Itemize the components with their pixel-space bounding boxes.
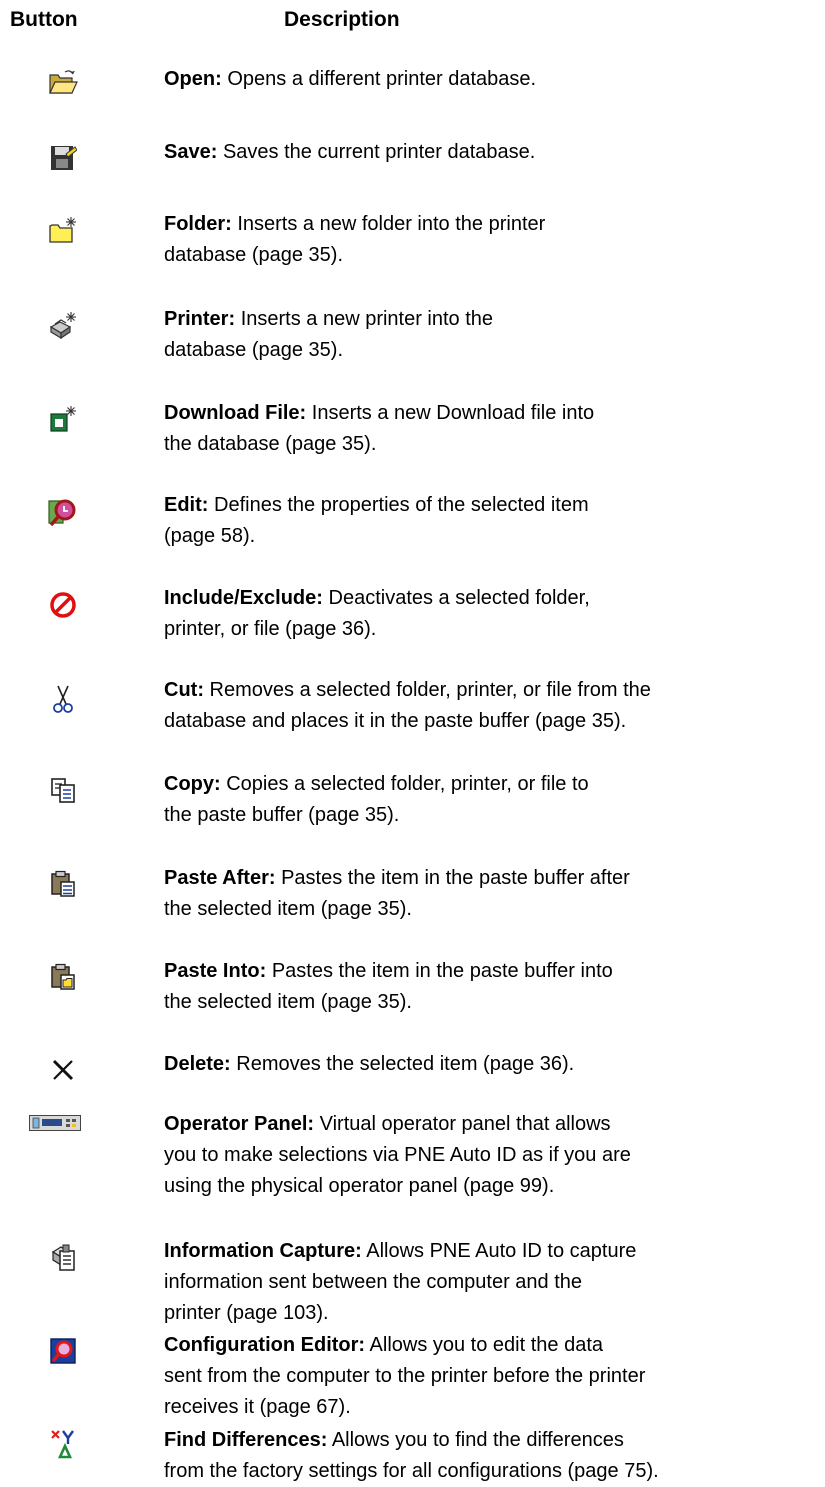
edit-properties-icon bbox=[46, 495, 80, 529]
save-icon bbox=[46, 141, 80, 175]
button-name: Printer: bbox=[164, 308, 236, 330]
button-name: Operator Panel: bbox=[164, 1113, 315, 1135]
button-description: Defines the properties of the selected i… bbox=[164, 494, 589, 547]
column-header-description: Description bbox=[284, 8, 400, 31]
button-name: Delete: bbox=[164, 1053, 231, 1075]
find-differences-icon bbox=[46, 1427, 80, 1461]
button-name: Paste Into: bbox=[164, 960, 267, 982]
button-name: Cut: bbox=[164, 679, 204, 701]
button-name: Configuration Editor: bbox=[164, 1334, 366, 1356]
button-name: Edit: bbox=[164, 494, 209, 516]
copy-icon bbox=[46, 773, 80, 807]
button-name: Paste After: bbox=[164, 867, 276, 889]
button-name: Include/Exclude: bbox=[164, 587, 323, 609]
button-name: Download File: bbox=[164, 402, 307, 424]
button-name: Open: bbox=[164, 68, 222, 90]
button-name: Save: bbox=[164, 141, 218, 163]
include-exclude-icon bbox=[46, 588, 80, 622]
button-description: Removes the selected item (page 36). bbox=[236, 1053, 575, 1075]
configuration-editor-icon bbox=[46, 1334, 80, 1368]
open-folder-icon bbox=[46, 65, 80, 99]
paste-into-icon bbox=[46, 960, 80, 994]
button-name: Information Capture: bbox=[164, 1240, 362, 1262]
button-name: Copy: bbox=[164, 773, 221, 795]
button-description: Opens a different printer database. bbox=[227, 68, 537, 90]
operator-panel-icon bbox=[29, 1106, 81, 1140]
scissors-icon bbox=[46, 682, 80, 716]
new-folder-icon bbox=[46, 213, 80, 247]
button-description: Saves the current printer database. bbox=[222, 141, 536, 163]
paste-after-icon bbox=[46, 867, 80, 901]
delete-icon bbox=[46, 1053, 80, 1087]
button-description: Copies a selected folder, printer, or fi… bbox=[164, 773, 589, 826]
new-printer-icon bbox=[46, 308, 80, 342]
button-name: Folder: bbox=[164, 213, 232, 235]
button-description: Removes a selected folder, printer, or f… bbox=[164, 679, 651, 732]
column-header-button: Button bbox=[10, 8, 78, 31]
button-name: Find Differences: bbox=[164, 1429, 328, 1451]
information-capture-icon bbox=[46, 1240, 80, 1274]
new-download-file-icon bbox=[46, 402, 80, 436]
